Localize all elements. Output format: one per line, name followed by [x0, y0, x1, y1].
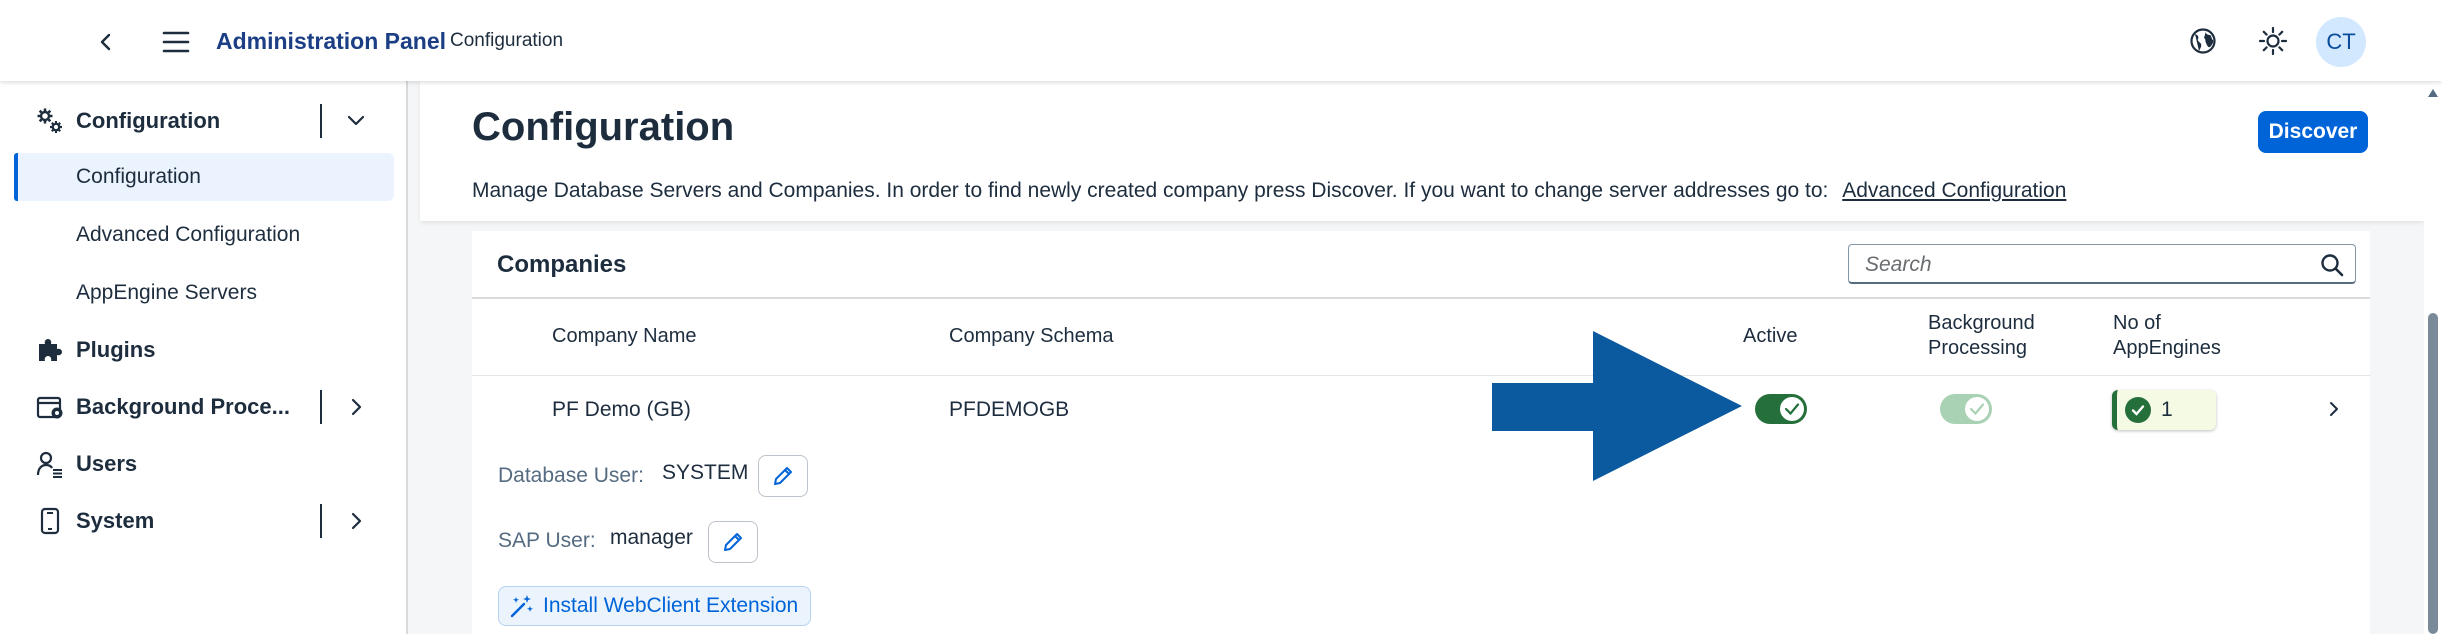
theme-button[interactable]	[2254, 22, 2292, 60]
background-processing-switch[interactable]	[1940, 394, 1992, 424]
side-navigation: Configuration Configuration Advanced Con…	[0, 81, 408, 634]
header-divider	[472, 297, 2370, 299]
sidebar-subitem-label: Configuration	[76, 165, 201, 188]
install-webclient-extension-button[interactable]: Install WebClient Extension	[498, 586, 812, 626]
column-header-company-schema[interactable]: Company Schema	[949, 324, 1114, 349]
column-header-active[interactable]: Active	[1743, 324, 1797, 349]
edit-database-user-button[interactable]	[758, 455, 808, 497]
database-user-label: Database User:	[498, 464, 644, 487]
page-description: Manage Database Servers and Companies. I…	[472, 179, 2066, 203]
sidebar-item-plugins[interactable]: Plugins	[0, 325, 406, 375]
app-title[interactable]: Administration Panel	[216, 28, 446, 55]
column-header-line: No of	[2113, 312, 2161, 334]
appengines-status[interactable]: 1	[2112, 390, 2216, 430]
success-icon	[2125, 397, 2151, 423]
background-processing-icon	[36, 393, 64, 421]
globe-icon	[2190, 28, 2216, 54]
app-subtitle: Configuration	[450, 30, 564, 51]
row-divider	[472, 375, 2370, 376]
table-title: Companies	[497, 251, 627, 278]
page-header: Configuration Discover Manage Database S…	[420, 81, 2424, 221]
sap-user-label: SAP User:	[498, 529, 596, 552]
sidebar-subitem-label: Advanced Configuration	[76, 223, 301, 246]
search-icon[interactable]	[2319, 252, 2345, 278]
device-icon	[36, 507, 64, 535]
check-icon	[1969, 403, 1985, 416]
column-header-line: Processing	[1928, 337, 2027, 359]
sidebar-item-background-processing[interactable]: Background Proce...	[0, 382, 406, 432]
back-button[interactable]	[88, 24, 124, 60]
scrollbar-thumb[interactable]	[2428, 313, 2438, 634]
database-user-value: SYSTEM	[662, 461, 749, 484]
switch-knob	[1780, 397, 1804, 421]
discover-button[interactable]: Discover	[2258, 111, 2368, 153]
sidebar-divider	[320, 104, 322, 138]
sidebar-item-system[interactable]: System	[0, 496, 406, 546]
users-icon	[36, 450, 64, 478]
column-header-appengines[interactable]: No of AppEngines	[2113, 311, 2221, 361]
search-input[interactable]: Search	[1848, 244, 2356, 284]
sidebar-item-label: Plugins	[76, 337, 156, 362]
menu-icon	[162, 31, 190, 53]
cell-company-name: PF Demo (GB)	[552, 398, 691, 421]
vertical-scrollbar[interactable]	[2424, 81, 2442, 634]
gears-icon	[36, 107, 64, 135]
scroll-up-icon[interactable]	[2428, 89, 2438, 97]
puzzle-icon	[36, 336, 64, 364]
sidebar-divider	[320, 504, 322, 538]
sidebar-subitem-advanced-configuration[interactable]: Advanced Configuration	[14, 211, 394, 259]
chevron-right-icon[interactable]	[344, 509, 368, 533]
check-icon	[1784, 403, 1800, 416]
edit-icon	[774, 467, 792, 485]
chevron-down-icon[interactable]	[344, 109, 368, 133]
active-switch[interactable]	[1755, 394, 1807, 424]
back-icon	[100, 33, 111, 51]
sidebar-item-label: Users	[76, 451, 138, 476]
language-button[interactable]	[2184, 22, 2222, 60]
appengines-count: 1	[2161, 398, 2173, 421]
advanced-configuration-link[interactable]: Advanced Configuration	[1842, 179, 2066, 202]
page-title: Configuration	[472, 105, 735, 149]
column-header-background-processing[interactable]: Background Processing	[1928, 311, 2035, 361]
sidebar-item-label: Background Proce...	[76, 394, 290, 419]
sidebar-subitem-configuration[interactable]: Configuration	[14, 153, 394, 201]
description-text: Manage Database Servers and Companies. I…	[472, 179, 1829, 202]
column-header-line: Background	[1928, 312, 2035, 334]
companies-table: Companies Search Company Name Company Sc…	[472, 231, 2370, 634]
sidebar-item-configuration[interactable]: Configuration	[0, 96, 406, 146]
menu-button[interactable]	[156, 22, 196, 62]
magic-wand-icon	[509, 593, 535, 619]
theme-icon	[2258, 26, 2288, 56]
sidebar-subitem-label: AppEngine Servers	[76, 281, 257, 304]
sap-user-value: manager	[610, 526, 693, 549]
column-header-company-name[interactable]: Company Name	[552, 324, 697, 349]
sidebar-item-label: System	[76, 508, 155, 533]
annotation-arrow-icon	[1492, 331, 1742, 481]
sidebar-item-label: Configuration	[76, 108, 221, 133]
sidebar-divider	[320, 390, 322, 424]
chevron-right-icon[interactable]	[344, 395, 368, 419]
sidebar-subitem-appengine-servers[interactable]: AppEngine Servers	[14, 269, 394, 317]
edit-sap-user-button[interactable]	[708, 521, 758, 563]
install-extension-label: Install WebClient Extension	[543, 594, 799, 617]
row-navigation-icon[interactable]	[2324, 399, 2344, 419]
search-placeholder: Search	[1865, 253, 1932, 276]
sidebar-item-users[interactable]: Users	[0, 439, 406, 489]
edit-icon	[724, 533, 742, 551]
user-avatar[interactable]: CT	[2316, 17, 2366, 67]
switch-knob	[1965, 397, 1989, 421]
column-header-line: AppEngines	[2113, 337, 2221, 359]
shell-bar: Administration Panel Configuration CT	[0, 0, 2442, 81]
cell-company-schema: PFDEMOGB	[949, 398, 1070, 421]
